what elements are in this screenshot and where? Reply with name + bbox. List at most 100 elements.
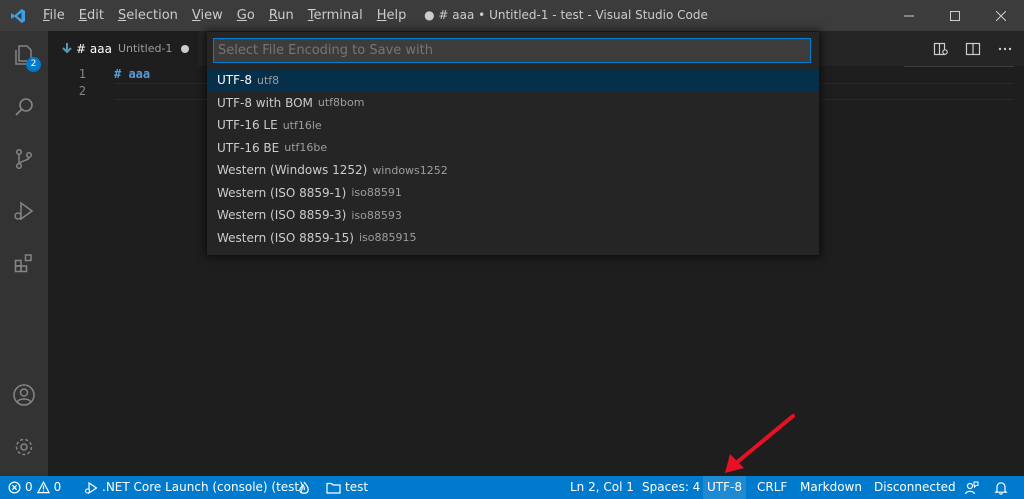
- vscode-logo-icon: [0, 0, 36, 31]
- notifications-button[interactable]: [990, 476, 1012, 499]
- connection-status[interactable]: Disconnected: [870, 476, 960, 499]
- language-mode: Markdown: [800, 480, 862, 494]
- encoding-option-iso88593[interactable]: Western (ISO 8859-3) iso88593: [207, 204, 819, 227]
- quick-pick-input[interactable]: [213, 38, 811, 63]
- split-editor-button[interactable]: [964, 40, 982, 58]
- menu-selection[interactable]: Selection: [111, 0, 185, 31]
- status-bar: 0 0 .NET Core Launch (console) (test) te…: [0, 476, 1024, 499]
- close-button[interactable]: [978, 0, 1024, 31]
- encoding-quick-pick: UTF-8 utf8 UTF-8 with BOM utf8bom UTF-16 L…: [207, 32, 819, 255]
- menu-run[interactable]: Run: [262, 0, 301, 31]
- warning-icon: [36, 481, 50, 494]
- indentation: Spaces: 4: [642, 480, 701, 494]
- activity-bar: 2: [0, 31, 48, 476]
- feedback-button[interactable]: [960, 476, 983, 499]
- bell-icon: [994, 481, 1008, 495]
- menu-edit[interactable]: Edit: [72, 0, 111, 31]
- maximize-icon: [950, 10, 960, 21]
- open-preview-side-button[interactable]: [932, 40, 950, 58]
- problems-status[interactable]: 0 0: [4, 476, 65, 499]
- encoding-option-utf16be[interactable]: UTF-16 BE utf16be: [207, 137, 819, 160]
- editor-actions: [932, 31, 1014, 66]
- title-bar: File Edit Selection View Go Run Terminal…: [0, 0, 1024, 31]
- option-description: utf16be: [284, 141, 328, 155]
- option-description: utf16le: [282, 118, 322, 132]
- encoding-list: UTF-8 utf8 UTF-8 with BOM utf8bom UTF-16 L…: [207, 69, 819, 249]
- cursor-position-status[interactable]: Ln 2, Col 1: [566, 476, 638, 499]
- account-icon: [13, 384, 35, 406]
- explorer-badge: 2: [26, 57, 41, 72]
- menu-view[interactable]: View: [185, 0, 230, 31]
- workspace-folder-status[interactable]: test: [322, 476, 372, 499]
- close-icon: [996, 10, 1006, 21]
- window-controls: [886, 0, 1024, 31]
- option-label: Western (Windows 1252): [217, 163, 368, 178]
- line-number: 2: [78, 84, 86, 98]
- option-description: windows1252: [372, 163, 448, 177]
- launch-config: .NET Core Launch (console) (test): [102, 480, 304, 494]
- line-text: # aaa: [114, 67, 151, 81]
- encoding-option-utf16le[interactable]: UTF-16 LE utf16le: [207, 114, 819, 137]
- ellipsis-icon: [998, 47, 1012, 50]
- extensions-button[interactable]: [0, 239, 48, 287]
- extensions-icon: [14, 254, 32, 273]
- line-number: 1: [78, 67, 86, 81]
- folder-icon: [326, 482, 341, 494]
- debug-launch-status[interactable]: .NET Core Launch (console) (test): [80, 476, 308, 499]
- minimize-icon: [904, 15, 914, 16]
- eol-status[interactable]: CRLF: [753, 476, 791, 499]
- folder-name: test: [345, 480, 369, 494]
- feedback-icon: [964, 481, 979, 494]
- minimap[interactable]: [904, 66, 1014, 67]
- accounts-button[interactable]: [0, 371, 48, 419]
- tab-description: Untitled-1: [117, 42, 173, 55]
- connection-state: Disconnected: [874, 480, 956, 494]
- tab-untitled-1[interactable]: # aaa Untitled-1: [48, 31, 198, 66]
- markdown-file-icon: [62, 42, 72, 53]
- option-description: iso885915: [358, 231, 417, 245]
- option-label: UTF-16 LE: [217, 118, 278, 133]
- indentation-status[interactable]: Spaces: 4: [638, 476, 704, 499]
- option-description: utf8bom: [317, 96, 365, 110]
- source-control-icon: [15, 148, 33, 170]
- language-mode-status[interactable]: Markdown: [796, 476, 866, 499]
- end-of-line: CRLF: [757, 480, 788, 494]
- menu-terminal[interactable]: Terminal: [301, 0, 370, 31]
- encoding-status[interactable]: UTF-8: [703, 476, 746, 499]
- more-actions-button[interactable]: [996, 40, 1014, 58]
- menu-help[interactable]: Help: [370, 0, 414, 31]
- error-icon: [8, 481, 21, 494]
- menu-file[interactable]: File: [36, 0, 72, 31]
- encoding-option-iso885915[interactable]: Western (ISO 8859-15) iso885915: [207, 227, 819, 250]
- search-button[interactable]: [0, 83, 48, 131]
- menu-go[interactable]: Go: [230, 0, 262, 31]
- option-label: UTF-8: [217, 73, 252, 88]
- option-label: UTF-16 BE: [217, 140, 280, 155]
- flame-icon: [299, 481, 309, 494]
- run-debug-button[interactable]: [0, 187, 48, 235]
- minimize-button[interactable]: [886, 0, 932, 31]
- menu-bar: File Edit Selection View Go Run Terminal…: [36, 0, 413, 31]
- encoding-option-windows1252[interactable]: Western (Windows 1252) windows1252: [207, 159, 819, 182]
- encoding-option-utf8bom[interactable]: UTF-8 with BOM utf8bom: [207, 92, 819, 115]
- explorer-button[interactable]: 2: [0, 31, 48, 79]
- option-description: utf8: [256, 73, 280, 87]
- encoding-option-utf8[interactable]: UTF-8 utf8: [207, 69, 819, 92]
- encoding: UTF-8: [707, 480, 742, 494]
- split-editor-icon: [965, 42, 981, 55]
- preview-icon: [933, 42, 948, 55]
- warning-count: 0: [53, 480, 62, 494]
- option-label: Western (ISO 8859-15): [217, 230, 354, 245]
- cursor-position: Ln 2, Col 1: [570, 480, 634, 494]
- error-count: 0: [25, 480, 33, 494]
- run-debug-icon: [14, 201, 34, 221]
- option-description: iso88593: [351, 208, 402, 222]
- manage-button[interactable]: [0, 423, 48, 471]
- maximize-button[interactable]: [932, 0, 978, 31]
- option-label: Western (ISO 8859-1): [217, 185, 347, 200]
- tab-title: # aaa: [76, 41, 112, 56]
- unsaved-dot-icon[interactable]: [181, 44, 190, 53]
- encoding-option-iso88591[interactable]: Western (ISO 8859-1) iso88591: [207, 182, 819, 205]
- source-control-button[interactable]: [0, 135, 48, 183]
- flame-status[interactable]: [294, 476, 314, 499]
